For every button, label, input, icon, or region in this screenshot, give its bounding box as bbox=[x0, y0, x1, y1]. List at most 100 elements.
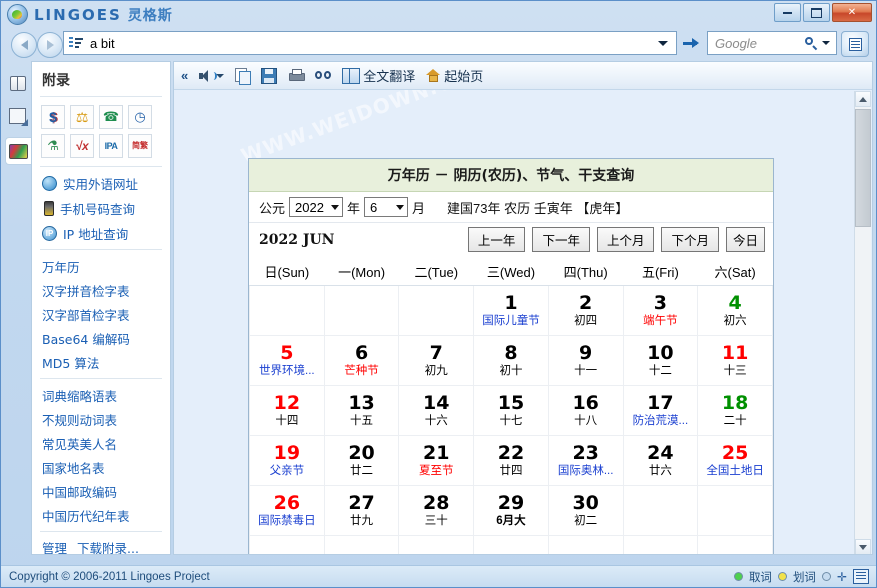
home-page-button[interactable]: 起始页 bbox=[423, 65, 486, 87]
calendar-day-cell[interactable]: 17 防治荒漠... bbox=[622, 385, 699, 436]
calendar-day-cell[interactable]: 14 十六 bbox=[398, 385, 475, 436]
scan-status-dot[interactable] bbox=[777, 572, 787, 581]
sidebar-item-pinyin-index[interactable]: 汉字拼音检字表 bbox=[32, 278, 170, 302]
sidebar-item-country-names[interactable]: 国家地名表 bbox=[32, 455, 170, 479]
day-sublabel: 十二 bbox=[648, 365, 672, 377]
panel-toggle-icon[interactable] bbox=[853, 569, 869, 584]
calendar-day-cell[interactable]: 4 初六 bbox=[697, 285, 773, 336]
dictionary-tab[interactable] bbox=[5, 69, 30, 95]
calendar-day-cell[interactable]: 6 芒种节 bbox=[323, 335, 400, 386]
search-engine-chevron-icon[interactable] bbox=[822, 41, 830, 45]
calendar-day-cell[interactable]: 1 国际儿童节 bbox=[473, 285, 549, 336]
sidebar-item-perpetual-calendar[interactable]: 万年历 bbox=[32, 254, 170, 278]
telephone-codes-icon[interactable]: ☎ bbox=[99, 105, 123, 129]
sidebar-item-abbreviations[interactable]: 词典缩略语表 bbox=[32, 383, 170, 407]
calendar-day-cell[interactable]: 7 初九 bbox=[398, 335, 475, 386]
calendar-day-cell[interactable]: 12 十四 bbox=[249, 385, 325, 436]
print-button[interactable] bbox=[285, 65, 307, 87]
search-input[interactable]: a bit bbox=[63, 31, 677, 55]
next-month-button[interactable]: 下个月 bbox=[661, 227, 719, 252]
month-select[interactable]: 6 bbox=[364, 197, 409, 217]
collapse-button[interactable]: « bbox=[178, 65, 191, 87]
download-appendix-link[interactable]: 下载附录... bbox=[77, 538, 139, 554]
back-button[interactable] bbox=[11, 32, 37, 58]
window-controls: ✕ bbox=[774, 3, 872, 22]
pronounce-button[interactable] bbox=[196, 65, 227, 87]
simplified-traditional-icon[interactable]: 简繁 bbox=[128, 134, 152, 158]
calendar-day-cell[interactable]: 29 6月大 bbox=[473, 485, 549, 536]
sidebar-item-radical-index[interactable]: 汉字部首检字表 bbox=[32, 302, 170, 326]
calendar-day-cell[interactable]: 22 廿四 bbox=[473, 435, 549, 486]
scan-label[interactable]: 划词 bbox=[793, 569, 816, 585]
sidebar-item-base64[interactable]: Base64 编解码 bbox=[32, 326, 170, 350]
sidebar-item-english-names[interactable]: 常见英美人名 bbox=[32, 431, 170, 455]
calendar-day-cell[interactable]: 18 二十 bbox=[697, 385, 773, 436]
pin-icon[interactable]: ✛ bbox=[837, 570, 847, 584]
go-button[interactable] bbox=[677, 31, 703, 55]
maximize-button[interactable] bbox=[803, 3, 830, 22]
calendar-day-cell[interactable]: 2 初四 bbox=[547, 285, 624, 336]
minimize-button[interactable] bbox=[774, 3, 801, 22]
calendar-day-cell[interactable]: 11 十三 bbox=[697, 335, 773, 386]
calendar-day-cell[interactable]: 10 十二 bbox=[622, 335, 699, 386]
calendar-day-cell[interactable]: 28 三十 bbox=[398, 485, 475, 536]
calendar-day-cell[interactable]: 15 十七 bbox=[473, 385, 549, 436]
calendar-day-cell[interactable]: 5 世界环境... bbox=[249, 335, 325, 386]
world-clock-icon[interactable]: ◷ bbox=[128, 105, 152, 129]
today-button[interactable]: 今日 bbox=[725, 227, 765, 252]
calendar-day-cell[interactable]: 25 全国土地日 bbox=[697, 435, 773, 486]
book-icon bbox=[9, 75, 26, 91]
chemistry-icon[interactable]: ⚗ bbox=[41, 134, 65, 158]
scroll-down-button[interactable] bbox=[855, 539, 871, 554]
currency-converter-icon[interactable]: $ bbox=[41, 105, 65, 129]
weights-measures-icon[interactable]: ⚖ bbox=[70, 105, 94, 129]
capture-label[interactable]: 取词 bbox=[749, 569, 772, 585]
calendar-day-cell[interactable]: 21 夏至节 bbox=[398, 435, 475, 486]
calendar-day-cell[interactable]: 24 廿六 bbox=[622, 435, 699, 486]
prev-year-button[interactable]: 上一年 bbox=[467, 227, 526, 252]
calendar-day-cell[interactable]: 9 十一 bbox=[547, 335, 624, 386]
copy-button[interactable] bbox=[232, 65, 253, 87]
calendar-day-cell[interactable]: 8 初十 bbox=[473, 335, 549, 386]
calendar-day-cell[interactable]: 19 父亲节 bbox=[249, 435, 325, 486]
scroll-up-button[interactable] bbox=[855, 91, 871, 107]
calendar-day-cell[interactable]: 30 初二 bbox=[547, 485, 624, 536]
navigation-bar: a bit Google bbox=[1, 29, 876, 61]
third-status-dot[interactable] bbox=[821, 572, 831, 581]
chevron-down-icon[interactable] bbox=[658, 40, 668, 46]
calendar-day-cell[interactable]: 20 廿二 bbox=[323, 435, 400, 486]
full-text-translate-button[interactable]: 全文翻译 bbox=[339, 65, 418, 87]
calendar-day-cell[interactable]: 16 十八 bbox=[547, 385, 624, 436]
scrollbar-thumb[interactable] bbox=[855, 109, 871, 227]
close-button[interactable]: ✕ bbox=[832, 3, 872, 22]
chevron-down-icon[interactable] bbox=[216, 73, 225, 78]
prev-month-button[interactable]: 上个月 bbox=[596, 227, 655, 252]
calendar-day-cell[interactable]: 27 廿九 bbox=[323, 485, 400, 536]
forward-button[interactable] bbox=[37, 32, 63, 58]
find-button[interactable] bbox=[312, 65, 334, 87]
next-year-button[interactable]: 下一年 bbox=[532, 227, 590, 252]
calendar-day-cell[interactable]: 26 国际禁毒日 bbox=[249, 485, 325, 536]
save-button[interactable] bbox=[258, 65, 280, 87]
sidebar-item-md5[interactable]: MD5 算法 bbox=[32, 350, 170, 374]
web-search-input[interactable]: Google bbox=[707, 31, 837, 55]
options-button[interactable] bbox=[841, 31, 869, 57]
sidebar-item-irregular-verbs[interactable]: 不规则动词表 bbox=[32, 407, 170, 431]
sidebar-item-foreign-language-sites[interactable]: 实用外语网址 bbox=[32, 171, 170, 196]
sidebar-item-postal-codes[interactable]: 中国邮政编码 bbox=[32, 479, 170, 503]
calendar-day-cell[interactable]: 23 国际奥林... bbox=[547, 435, 624, 486]
appendix-tab[interactable] bbox=[5, 137, 31, 165]
year-select[interactable]: 2022 bbox=[289, 197, 344, 217]
manage-link[interactable]: 管理 bbox=[42, 538, 67, 554]
sidebar-item-ip-lookup[interactable]: IP IP 地址查询 bbox=[32, 221, 170, 246]
content-scrollbar[interactable] bbox=[854, 91, 871, 554]
sidebar-item-mobile-lookup[interactable]: 手机号码查询 bbox=[32, 196, 170, 221]
sidebar-item-chinese-eras[interactable]: 中国历代纪年表 bbox=[32, 503, 170, 527]
calendar-day-cell[interactable]: 3 端午节 bbox=[622, 285, 699, 336]
notes-tab[interactable] bbox=[5, 103, 30, 129]
calendar-day-cell[interactable]: 13 十五 bbox=[323, 385, 400, 436]
capture-status-dot[interactable] bbox=[733, 572, 743, 581]
math-formula-icon[interactable]: √x bbox=[70, 134, 94, 158]
calendar-empty-cell bbox=[473, 535, 549, 554]
ipa-chart-icon[interactable]: IPA bbox=[99, 134, 123, 158]
